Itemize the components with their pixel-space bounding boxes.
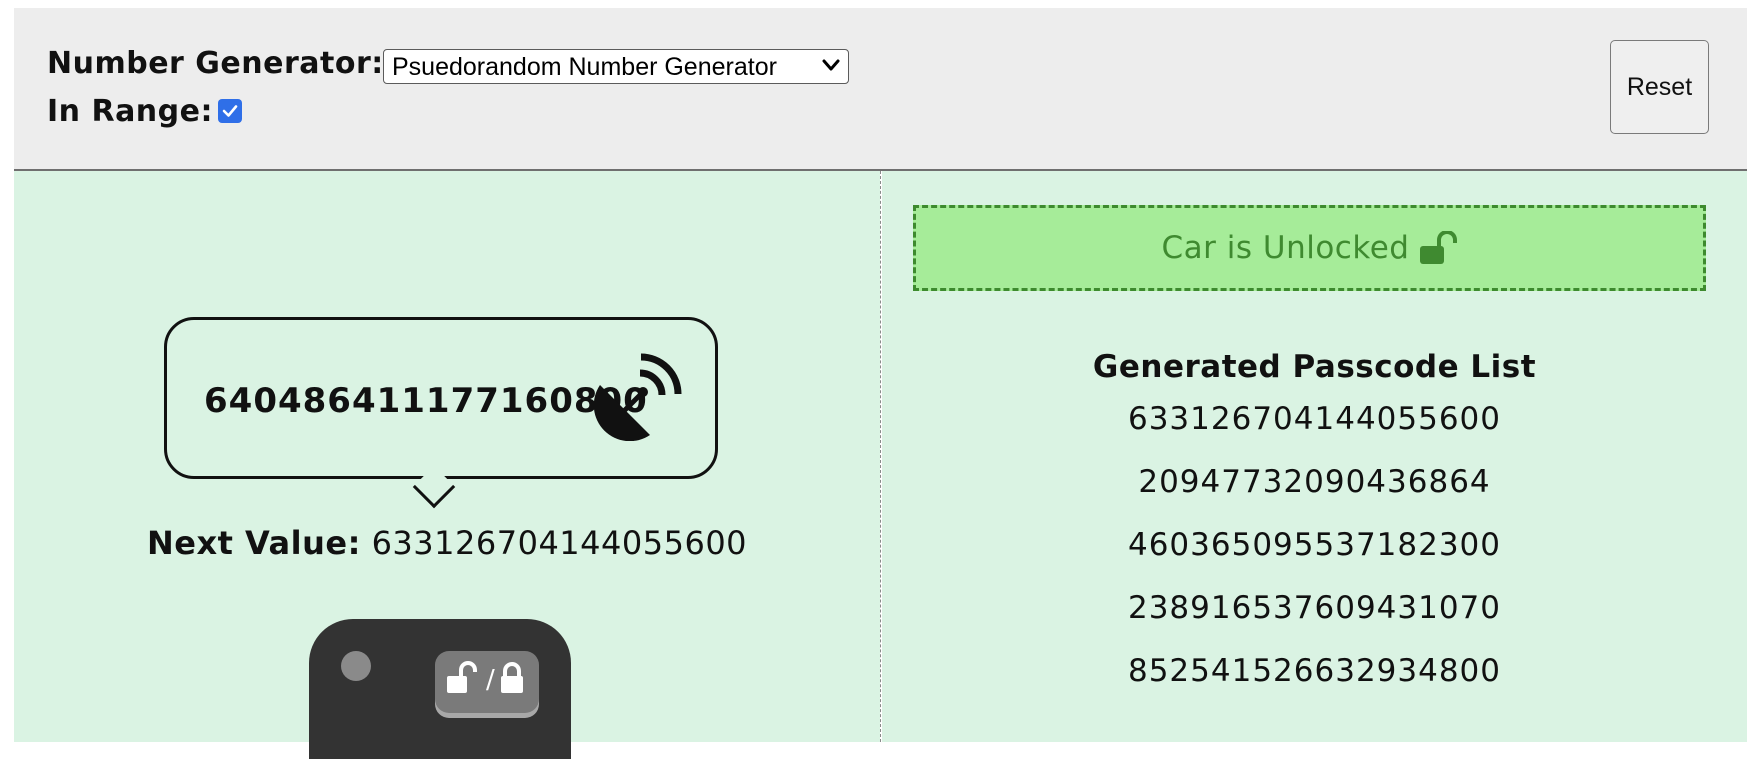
current-signal-value: 640486411177160800 [204,381,648,421]
lock-unlock-button[interactable]: / [435,651,539,713]
satellite-dish-icon [594,353,682,441]
unlock-icon [447,661,477,693]
passcode-item: 460365095537182300 [1127,527,1502,563]
passcode-list: 633126704144055600 20947732090436864 460… [882,401,1747,716]
car-panel: Car is Unlocked Generated Passcode List … [882,171,1747,742]
checkmark-icon [222,105,238,117]
next-value: 633126704144055600 [371,524,748,562]
in-range-checkbox[interactable] [218,99,242,123]
passcode-item: 20947732090436864 [1138,464,1491,500]
car-status-banner: Car is Unlocked [913,205,1706,291]
passcode-item: 238916537609431070 [1127,590,1502,626]
generator-select[interactable]: Psuedorandom Number Generator [383,49,849,84]
next-value-line: Next Value: 633126704144055600 [14,524,880,562]
fob-indicator-light [341,651,371,681]
control-panel: Number Generator: Psuedorandom Number Ge… [14,8,1747,171]
generator-select-value: Psuedorandom Number Generator [392,53,777,81]
lock-icon [501,662,523,693]
unlocked-padlock-icon [1420,231,1458,264]
chevron-down-icon [822,59,840,71]
transmitter-panel: 640486411177160800 Next Value: 633126704… [14,171,880,759]
car-fob-simulator: Number Generator: Psuedorandom Number Ge… [14,8,1747,759]
passcode-list-title: Generated Passcode List [1092,349,1537,385]
panel-divider [880,171,881,742]
key-fob: / [309,619,571,759]
next-value-label: Next Value: [146,524,361,562]
in-range-label: In Range: [47,94,213,129]
passcode-item: 852541526632934800 [1127,653,1502,689]
generator-label: Number Generator: [47,46,384,81]
fob-button-separator: / [486,665,495,695]
passcode-item: 633126704144055600 [1127,401,1502,437]
car-status-text: Car is Unlocked [1161,230,1410,266]
reset-button[interactable]: Reset [1610,40,1709,134]
